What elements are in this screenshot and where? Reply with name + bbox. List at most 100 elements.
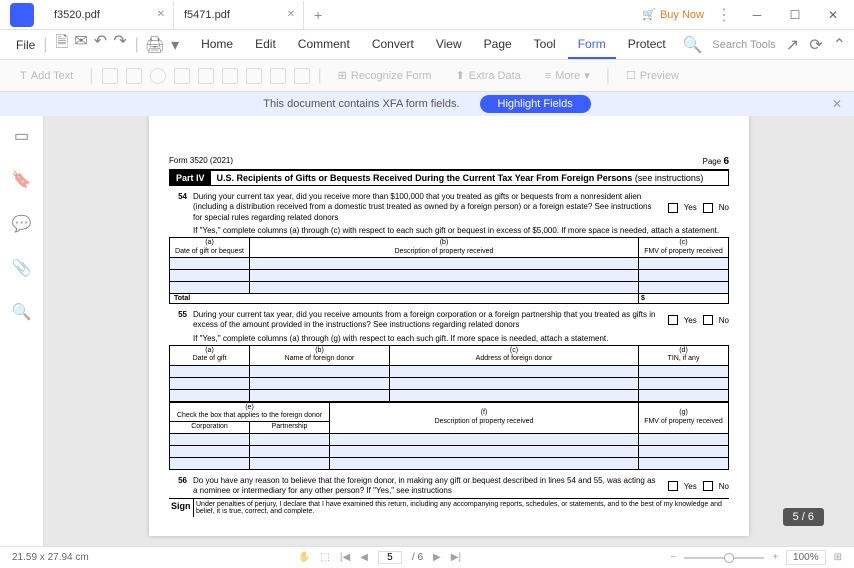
tab-form[interactable]: Form: [568, 31, 616, 59]
preview-button[interactable]: ☐ Preview: [618, 65, 687, 86]
q56-yes-checkbox[interactable]: [668, 481, 678, 491]
save-icon[interactable]: 🗎: [56, 31, 69, 58]
q55-yes-checkbox[interactable]: [668, 315, 678, 325]
table-54: (a)Date of gift or bequest (b)Descriptio…: [169, 237, 729, 304]
t54-desc-input[interactable]: [250, 257, 639, 269]
t54-fmv-input[interactable]: [639, 257, 729, 269]
buy-now-link[interactable]: 🛒 Buy Now: [642, 8, 704, 21]
form-number: Form 3520 (2021): [169, 156, 233, 167]
hand-tool-icon[interactable]: ✋: [298, 552, 310, 563]
tab-f3520[interactable]: f3520.pdf ✕: [44, 1, 174, 29]
q56-no-checkbox[interactable]: [703, 481, 713, 491]
fit-page-icon[interactable]: ⊞: [834, 552, 842, 563]
print-icon[interactable]: 🖨: [139, 35, 171, 55]
search-icon[interactable]: 🔍: [12, 302, 32, 322]
first-page-button[interactable]: |◀: [340, 552, 350, 563]
main-area: ▭ 🔖 💬 📎 🔍 Form 3520 (2021) Page 6 Part I…: [0, 116, 854, 546]
highlight-fields-button[interactable]: Highlight Fields: [480, 95, 591, 113]
q54-text: During your current tax year, did you re…: [193, 192, 660, 223]
tool-label: More: [555, 70, 580, 82]
mail-icon[interactable]: ✉: [74, 31, 87, 58]
maximize-button[interactable]: ☐: [782, 2, 808, 28]
thumbnails-icon[interactable]: ▭: [14, 126, 29, 146]
document-viewport[interactable]: Form 3520 (2021) Page 6 Part IV U.S. Rec…: [44, 116, 854, 546]
comment-icon[interactable]: 💬: [12, 214, 32, 234]
undo-icon[interactable]: ↶: [94, 31, 107, 58]
zoom-slider-thumb[interactable]: [724, 553, 734, 563]
extra-data-button[interactable]: ⬆ Extra Data: [448, 65, 529, 86]
search-icon[interactable]: 🔍: [682, 35, 702, 55]
left-sidebar: ▭ 🔖 💬 📎 🔍: [0, 116, 44, 546]
bookmark-icon[interactable]: 🔖: [12, 170, 32, 190]
page-total: / 6: [412, 552, 423, 563]
t54-date-input[interactable]: [170, 257, 250, 269]
minimize-button[interactable]: ─: [744, 2, 770, 28]
zoom-out-button[interactable]: −: [670, 552, 676, 563]
page-number-input[interactable]: [378, 551, 402, 564]
q55-num: 55: [169, 310, 193, 331]
partnership-header: Partnership: [250, 422, 330, 433]
q56-num: 56: [169, 476, 193, 497]
select-tool-icon[interactable]: ⬚: [320, 552, 329, 563]
tab-comment[interactable]: Comment: [288, 31, 360, 59]
q56-text: Do you have any reason to believe that t…: [193, 476, 660, 497]
button-field-icon[interactable]: [222, 68, 238, 84]
page-label: Page: [703, 157, 722, 166]
part-title: U.S. Recipients of Gifts or Bequests Rec…: [211, 171, 728, 185]
page-dimensions: 21.59 x 27.94 cm: [12, 552, 89, 563]
redo-icon[interactable]: ↷: [113, 31, 126, 58]
signature-field-icon[interactable]: [270, 68, 286, 84]
attachment-icon[interactable]: 📎: [12, 258, 32, 278]
search-tools-label[interactable]: Search Tools: [712, 39, 775, 51]
close-button[interactable]: ✕: [820, 2, 846, 28]
statusbar: 21.59 x 27.94 cm ✋ ⬚ |◀ ◀ / 6 ▶ ▶| − + 1…: [0, 546, 854, 568]
close-icon[interactable]: ✕: [832, 97, 842, 111]
prev-page-button[interactable]: ◀: [360, 552, 368, 563]
checkbox-icon[interactable]: [126, 68, 142, 84]
dropdown-field-icon[interactable]: [174, 68, 190, 84]
last-page-button[interactable]: ▶|: [451, 552, 461, 563]
settings-icon[interactable]: ⋮: [716, 5, 732, 25]
image-field-icon[interactable]: [246, 68, 262, 84]
date-field-icon[interactable]: [294, 68, 310, 84]
buy-now-label: Buy Now: [660, 9, 704, 21]
tab-tool[interactable]: Tool: [524, 31, 566, 59]
next-page-button[interactable]: ▶: [433, 552, 441, 563]
total-label: Total: [170, 293, 639, 303]
recognize-form-button[interactable]: ⊞ Recognize Form: [330, 65, 440, 86]
q54-num: 54: [169, 192, 193, 223]
yes-label: Yes: [684, 482, 697, 491]
q54-yes-checkbox[interactable]: [668, 203, 678, 213]
zoom-slider[interactable]: [684, 557, 764, 559]
file-menu[interactable]: File: [8, 38, 43, 52]
share-icon[interactable]: ↗: [786, 35, 799, 55]
text-field-icon[interactable]: [102, 68, 118, 84]
dropdown-icon[interactable]: ▾: [171, 35, 179, 55]
tab-page[interactable]: Page: [474, 31, 522, 59]
zoom-in-button[interactable]: +: [772, 552, 778, 563]
form-toolbar: TAdd Text | | ⊞ Recognize Form ⬆ Extra D…: [0, 60, 854, 92]
q55-no-checkbox[interactable]: [703, 315, 713, 325]
part-label: Part IV: [170, 171, 211, 185]
add-text-button[interactable]: TAdd Text: [12, 66, 81, 86]
tab-protect[interactable]: Protect: [618, 31, 676, 59]
list-field-icon[interactable]: [198, 68, 214, 84]
tool-label: Recognize Form: [351, 70, 432, 82]
tab-home[interactable]: Home: [191, 31, 243, 59]
tab-view[interactable]: View: [426, 31, 472, 59]
q54-no-checkbox[interactable]: [703, 203, 713, 213]
app-logo: [10, 3, 34, 27]
expand-icon[interactable]: ⌃: [833, 35, 846, 55]
total-dollar: $: [639, 293, 729, 303]
tab-convert[interactable]: Convert: [362, 31, 424, 59]
radio-icon[interactable]: [150, 68, 166, 84]
tab-f5471[interactable]: f5471.pdf ✕: [174, 1, 304, 29]
tab-edit[interactable]: Edit: [245, 31, 286, 59]
sync-icon[interactable]: ⟳: [809, 35, 822, 55]
add-tab-button[interactable]: +: [304, 7, 332, 23]
pdf-page: Form 3520 (2021) Page 6 Part IV U.S. Rec…: [149, 116, 749, 536]
more-button[interactable]: ≡ More ▾: [537, 65, 598, 86]
close-icon[interactable]: ✕: [157, 9, 165, 20]
no-label: No: [719, 203, 729, 212]
close-icon[interactable]: ✕: [287, 9, 295, 20]
